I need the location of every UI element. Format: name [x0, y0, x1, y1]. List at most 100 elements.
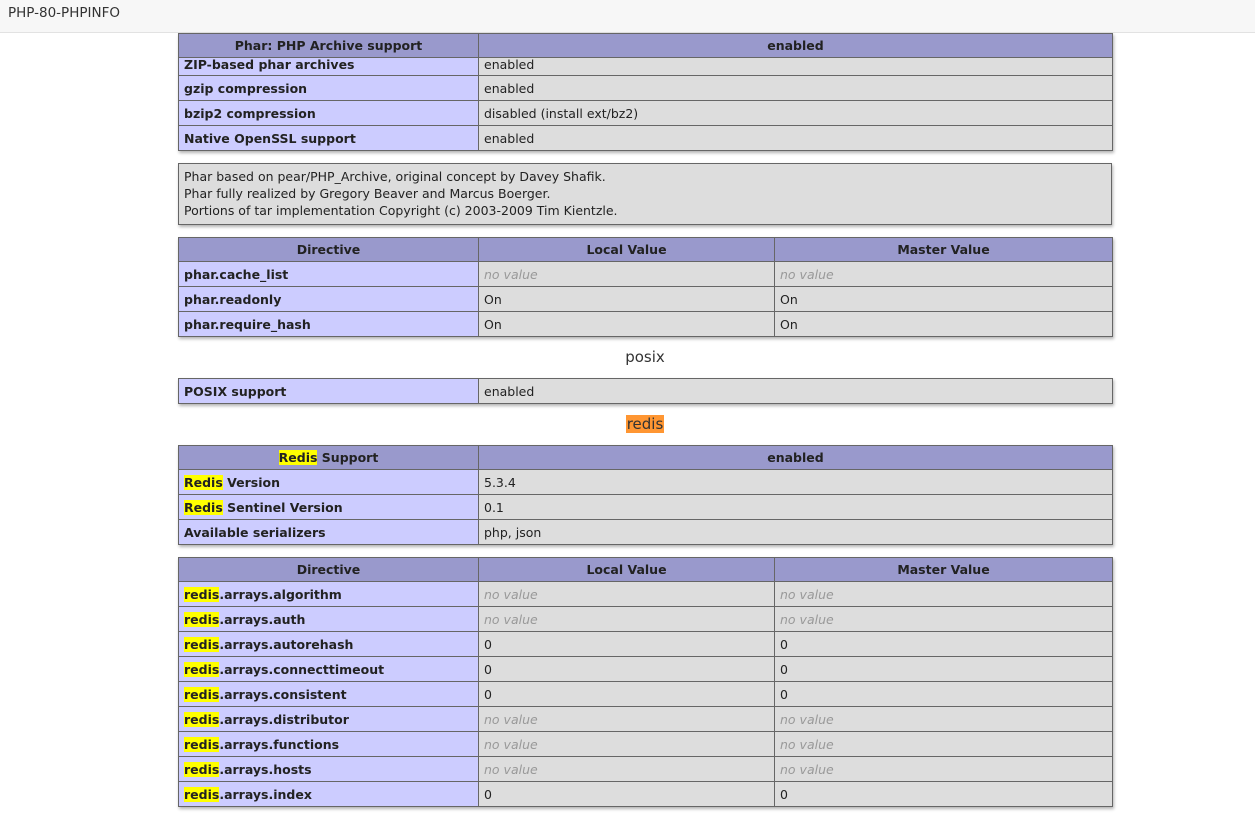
- col-master-value: Master Value: [774, 237, 1113, 262]
- local-value: no value: [478, 606, 775, 632]
- row-value: enabled: [478, 57, 1113, 76]
- directive-name: redis.arrays.connecttimeout: [178, 656, 479, 682]
- redis-directives-table: Directive Local Value Master Value redis…: [178, 557, 1113, 807]
- table-row: redis.arrays.autorehash 0 0: [178, 631, 1113, 657]
- directive-suffix: .arrays.connecttimeout: [219, 661, 385, 677]
- phar-support-value: enabled: [478, 33, 1113, 58]
- table-row: Available serializers php, json: [178, 519, 1113, 545]
- phpinfo-content: Phar: PHP Archive support enabled ZIP-ba…: [178, 33, 1113, 807]
- label-text: Version: [222, 474, 280, 490]
- table-row: phar.require_hash On On: [178, 311, 1113, 337]
- row-label: ZIP-based phar archives: [178, 57, 479, 76]
- row-value: 5.3.4: [478, 469, 1113, 495]
- window-title: PHP-80-PHPINFO: [8, 5, 120, 21]
- table-row: redis.arrays.index 0 0: [178, 781, 1113, 807]
- phar-credits-table: Phar based on pear/PHP_Archive, original…: [178, 163, 1112, 225]
- table-row: gzip compression enabled: [178, 75, 1113, 101]
- table-row: Redis Sentinel Version 0.1: [178, 494, 1113, 520]
- search-highlight: redis: [184, 636, 220, 652]
- local-value: 0: [478, 681, 775, 707]
- master-value: no value: [774, 606, 1113, 632]
- section-title-text[interactable]: posix: [625, 348, 665, 366]
- table-row: Redis Version 5.3.4: [178, 469, 1113, 495]
- label-text: Sentinel Version: [222, 499, 343, 515]
- search-highlight: redis: [184, 611, 220, 627]
- search-highlight: Redis: [278, 450, 318, 465]
- search-highlight: Redis: [184, 474, 223, 490]
- section-title-posix[interactable]: posix: [178, 337, 1112, 378]
- row-label: bzip2 compression: [178, 100, 479, 126]
- table-row: redis.arrays.algorithm no value no value: [178, 581, 1113, 607]
- directive-suffix: .arrays.auth: [219, 611, 306, 627]
- table-header-row: Phar: PHP Archive support enabled: [178, 33, 1113, 58]
- directive-suffix: .arrays.autorehash: [219, 636, 354, 652]
- label-text: Support: [317, 450, 379, 465]
- master-value: 0: [774, 781, 1113, 807]
- row-label: Redis Sentinel Version: [178, 494, 479, 520]
- credits-line: Phar based on pear/PHP_Archive, original…: [184, 169, 606, 184]
- master-value: no value: [774, 731, 1113, 757]
- table-row: phar.cache_list no value no value: [178, 261, 1113, 287]
- table-row: redis.arrays.distributor no value no val…: [178, 706, 1113, 732]
- row-label: POSIX support: [178, 378, 479, 404]
- search-highlight: redis: [184, 736, 220, 752]
- table-row: Native OpenSSL support enabled: [178, 125, 1113, 151]
- master-value: On: [774, 311, 1113, 337]
- directive-name: redis.arrays.hosts: [178, 756, 479, 782]
- master-value: On: [774, 286, 1113, 312]
- section-title-redis[interactable]: redis: [178, 404, 1112, 445]
- search-highlight: redis: [184, 586, 220, 602]
- row-label: Available serializers: [178, 519, 479, 545]
- master-value: 0: [774, 656, 1113, 682]
- phar-credits: Phar based on pear/PHP_Archive, original…: [178, 163, 1112, 225]
- search-highlight: redis: [184, 661, 220, 677]
- phar-support-table: Phar: PHP Archive support enabled ZIP-ba…: [178, 33, 1113, 151]
- directive-name: redis.arrays.distributor: [178, 706, 479, 732]
- directive-name: redis.arrays.autorehash: [178, 631, 479, 657]
- master-value: no value: [774, 756, 1113, 782]
- directive-suffix: .arrays.functions: [219, 736, 340, 752]
- directive-name: redis.arrays.consistent: [178, 681, 479, 707]
- directive-name: redis.arrays.index: [178, 781, 479, 807]
- directive-name: redis.arrays.auth: [178, 606, 479, 632]
- master-value: no value: [774, 706, 1113, 732]
- table-header-row: Redis Support enabled: [178, 445, 1113, 470]
- search-current-match[interactable]: redis: [625, 415, 665, 433]
- directive-suffix: .arrays.algorithm: [219, 586, 342, 602]
- search-highlight: redis: [184, 786, 220, 802]
- credits-line: Phar fully realized by Gregory Beaver an…: [184, 186, 551, 201]
- phar-directives-table: Directive Local Value Master Value phar.…: [178, 237, 1113, 337]
- master-value: 0: [774, 631, 1113, 657]
- table-row: ZIP-based phar archives enabled: [178, 57, 1113, 76]
- credits-line: Portions of tar implementation Copyright…: [184, 203, 618, 218]
- redis-support-label: Redis Support: [178, 445, 479, 470]
- table-header-row: Directive Local Value Master Value: [178, 237, 1113, 262]
- local-value: no value: [478, 731, 775, 757]
- col-local-value: Local Value: [478, 237, 775, 262]
- phar-support-label: Phar: PHP Archive support: [178, 33, 479, 58]
- search-highlight: redis: [184, 711, 220, 727]
- local-value: On: [478, 311, 775, 337]
- col-local-value: Local Value: [478, 557, 775, 582]
- col-directive: Directive: [178, 557, 479, 582]
- directive-name: phar.require_hash: [178, 311, 479, 337]
- local-value: 0: [478, 781, 775, 807]
- local-value: 0: [478, 631, 775, 657]
- search-highlight: Redis: [184, 499, 223, 515]
- col-master-value: Master Value: [774, 557, 1113, 582]
- row-value: enabled: [478, 75, 1113, 101]
- directive-name: redis.arrays.functions: [178, 731, 479, 757]
- table-row: redis.arrays.consistent 0 0: [178, 681, 1113, 707]
- row-label: Redis Version: [178, 469, 479, 495]
- row-label: Native OpenSSL support: [178, 125, 479, 151]
- table-row: phar.readonly On On: [178, 286, 1113, 312]
- table-row: redis.arrays.auth no value no value: [178, 606, 1113, 632]
- directive-suffix: .arrays.hosts: [219, 761, 312, 777]
- row-value: enabled: [478, 125, 1113, 151]
- search-highlight: redis: [184, 761, 220, 777]
- search-highlight: redis: [184, 686, 220, 702]
- directive-name: phar.cache_list: [178, 261, 479, 287]
- local-value: no value: [478, 706, 775, 732]
- table-row: redis.arrays.connecttimeout 0 0: [178, 656, 1113, 682]
- table-row: redis.arrays.hosts no value no value: [178, 756, 1113, 782]
